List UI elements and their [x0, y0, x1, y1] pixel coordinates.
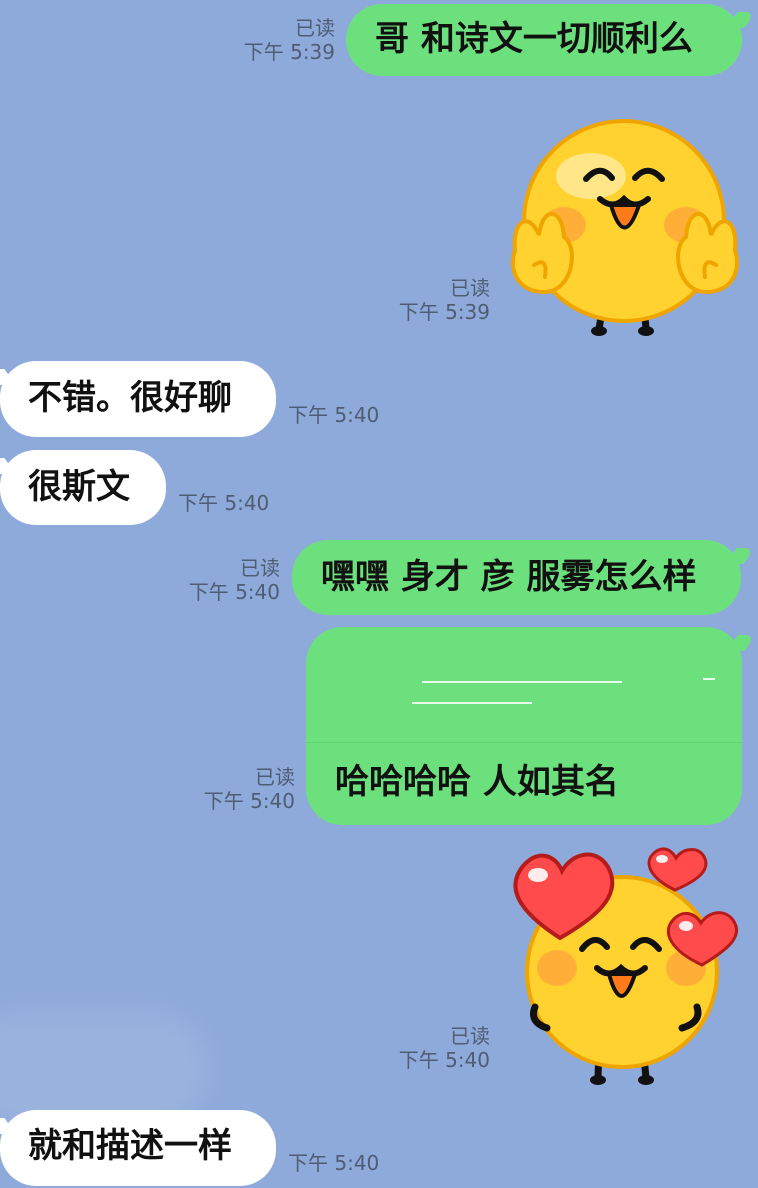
- message-time: 下午 5:40: [188, 580, 280, 604]
- right-peace-hand: [676, 212, 739, 295]
- message-meta: 已读 下午 5:40: [150, 556, 280, 604]
- message-text: 很斯文: [28, 467, 130, 507]
- message-text-row: 哈哈哈哈 人如其名: [335, 765, 619, 799]
- message-time: 下午 5:39: [398, 300, 490, 324]
- message-time: 下午 5:40: [288, 403, 380, 427]
- read-receipt: 已读: [450, 1024, 490, 1048]
- read-receipt: 已读: [240, 556, 280, 580]
- message-text: 哈哈哈哈 人如其名: [335, 762, 619, 802]
- read-receipt: 已读: [255, 765, 295, 789]
- message-time: 下午 5:40: [398, 1048, 490, 1072]
- message-text: 嘿嘿 身才 彦 服雾怎么样: [321, 557, 697, 597]
- message-meta: 已读 下午 5:39: [360, 276, 490, 324]
- reply-preview-line: [703, 678, 715, 680]
- read-receipt: 已读: [295, 16, 335, 40]
- message-meta: 已读 下午 5:39: [205, 16, 335, 64]
- reply-preview-strip[interactable]: [306, 627, 742, 743]
- outgoing-message-bubble[interactable]: 嘿嘿 身才 彦 服雾怎么样: [292, 540, 741, 615]
- reply-preview-line: [422, 681, 622, 683]
- message-time: 下午 5:40: [178, 491, 270, 515]
- message-meta: 已读 下午 5:40: [165, 765, 295, 813]
- message-text: 就和描述一样: [28, 1126, 232, 1166]
- message-time: 下午 5:39: [243, 40, 335, 64]
- reply-preview-line: [412, 702, 532, 704]
- message-text: 哥 和诗文一切顺利么: [375, 19, 693, 59]
- left-peace-hand: [511, 212, 574, 295]
- incoming-message-bubble[interactable]: 就和描述一样: [0, 1110, 276, 1186]
- message-meta: 已读 下午 5:40: [360, 1024, 490, 1072]
- outgoing-reply-message-bubble[interactable]: 哈哈哈哈 人如其名: [306, 627, 742, 825]
- message-time: 下午 5:40: [203, 789, 295, 813]
- message-text: 不错。很好聊: [28, 378, 232, 418]
- message-time: 下午 5:40: [288, 1151, 380, 1175]
- incoming-message-bubble[interactable]: 很斯文: [0, 450, 166, 525]
- yellow-hearts-sticker[interactable]: [505, 842, 750, 1092]
- outgoing-message-bubble[interactable]: 哥 和诗文一切顺利么: [346, 4, 742, 76]
- yellow-peace-sign-sticker[interactable]: [500, 115, 750, 350]
- incoming-message-bubble[interactable]: 不错。很好聊: [0, 361, 276, 437]
- chat-thread: 已读 下午 5:39 哥 和诗文一切顺利么 已读 下午 5:39 不错。很好聊 …: [0, 0, 758, 1188]
- read-receipt: 已读: [450, 276, 490, 300]
